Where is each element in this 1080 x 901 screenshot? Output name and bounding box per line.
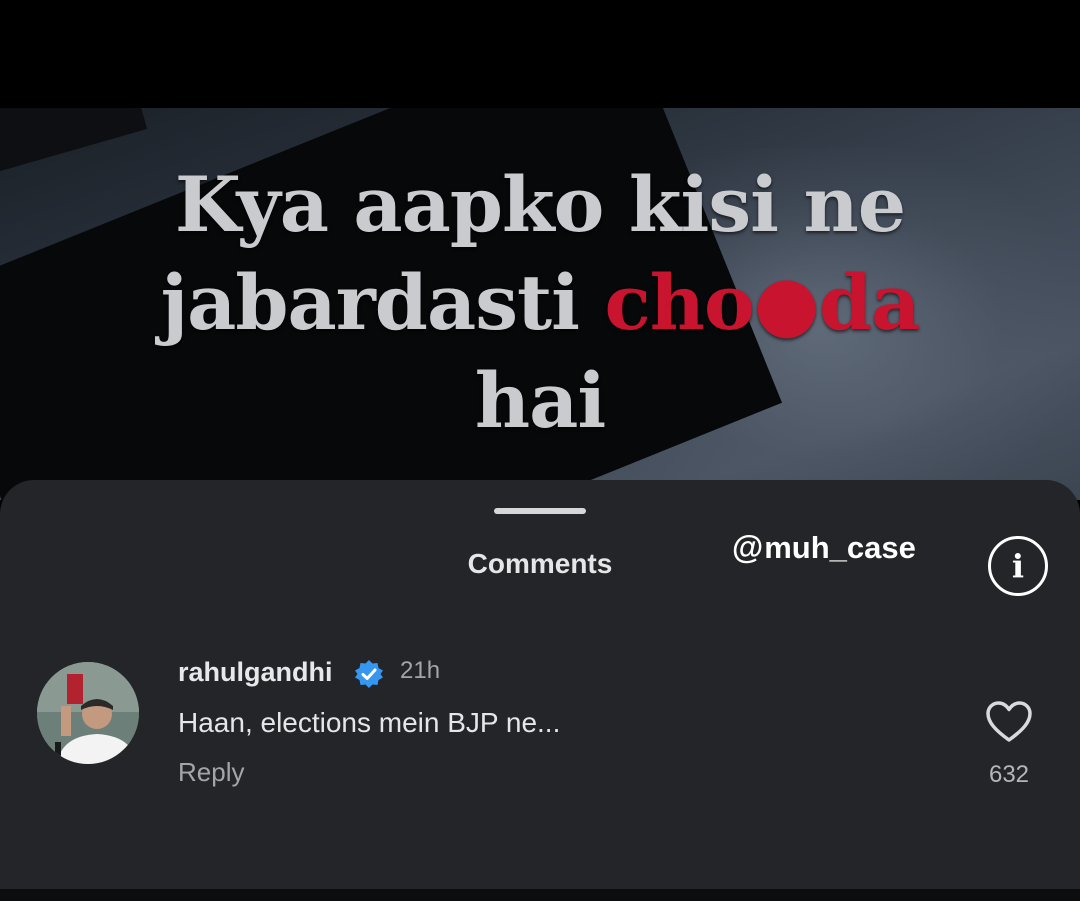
like-count: 632 — [988, 761, 1030, 788]
comment-username[interactable]: rahulgandhi — [178, 657, 333, 688]
caption-line-1: Kya aapko kisi ne — [174, 160, 906, 249]
comment-item: rahulgandhi 21h Haan, elections mein BJP… — [0, 640, 1080, 810]
caption-word-red: cho●da — [604, 258, 920, 347]
comments-title: Comments — [467, 548, 613, 579]
avatar-image — [37, 662, 139, 764]
reply-button[interactable]: Reply — [178, 757, 244, 788]
heart-icon[interactable] — [985, 700, 1033, 744]
watermark: @ muh_case — [732, 529, 916, 566]
video-caption: Kya aapko kisi ne jabardasti cho●da hai — [70, 156, 1010, 450]
info-icon[interactable]: i — [988, 536, 1048, 596]
threads-icon: @ — [732, 529, 764, 565]
caption-line-3: hai — [474, 356, 606, 445]
bottom-bar — [0, 889, 1080, 901]
comment-text: Haan, elections mein BJP ne... — [178, 707, 561, 738]
drag-handle[interactable] — [494, 508, 586, 514]
verified-badge-icon — [355, 660, 383, 688]
watermark-handle: muh_case — [764, 529, 916, 565]
video-background: Kya aapko kisi ne jabardasti cho●da hai — [0, 108, 1080, 500]
avatar[interactable] — [37, 662, 139, 764]
comment-time: 21h — [400, 657, 441, 684]
caption-word-white: jabardasti — [160, 258, 580, 347]
caption-line-2: jabardasti cho●da — [70, 254, 1010, 352]
